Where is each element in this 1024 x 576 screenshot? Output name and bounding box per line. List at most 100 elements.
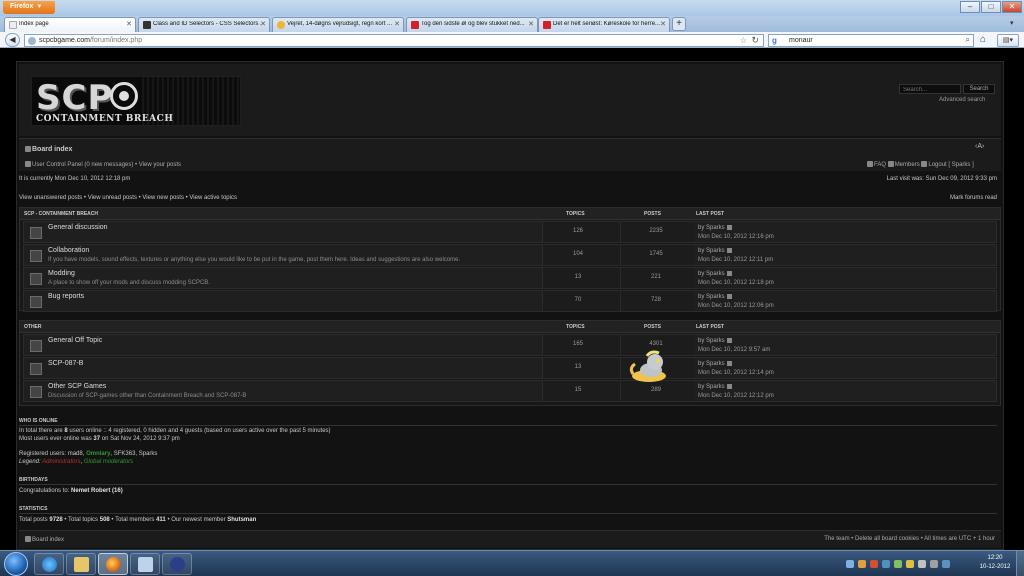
tray-icon[interactable] (857, 560, 866, 568)
minimize-button[interactable]: – (960, 1, 980, 13)
home-icon[interactable]: ⌂ (980, 34, 986, 45)
forum-description: Discussion of SCP-games other than Conta… (48, 393, 247, 399)
tray-icon[interactable] (869, 560, 878, 568)
registered-rest[interactable]: , SFK363, Sparks (110, 451, 157, 457)
tray-icon[interactable] (893, 560, 902, 568)
last-post-author[interactable]: by Sparks (698, 271, 725, 277)
tab-news-2[interactable]: Det er helt seriøst: Køreskole for herre… (538, 17, 670, 32)
forum-title-link[interactable]: SCP-087-B (48, 360, 83, 367)
view-latest-post-icon[interactable] (726, 384, 732, 389)
bookmark-star-icon[interactable]: ☆ (740, 36, 747, 45)
forum-title-link[interactable]: Other SCP Games (48, 383, 106, 390)
tab-weather[interactable]: Vejret, 14-døgns vejrudsigt, regn kort .… (272, 17, 404, 32)
user-link-omniary[interactable]: Omniary (86, 451, 110, 457)
close-tab-icon[interactable]: ✕ (660, 20, 666, 28)
taskbar-paint[interactable] (130, 553, 160, 575)
tab-list-chevron-icon[interactable]: ▾ (1010, 19, 1014, 27)
tray-icon[interactable] (905, 560, 914, 568)
view-latest-post-icon[interactable] (726, 361, 732, 366)
col-topics: TOPICS (566, 324, 585, 330)
forum-title-link[interactable]: General discussion (48, 224, 108, 231)
show-desktop-button[interactable] (1016, 551, 1024, 576)
reload-icon[interactable]: ↻ (751, 35, 759, 46)
volume-icon[interactable] (929, 560, 938, 568)
category-name-link[interactable]: OTHER (24, 324, 42, 330)
last-post-author[interactable]: by Sparks (698, 225, 725, 231)
google-icon[interactable]: g (772, 36, 777, 45)
board-index-link-bottom[interactable]: Board index (25, 536, 64, 543)
last-post-author[interactable]: by Sparks (698, 338, 725, 344)
faq-link[interactable]: FAQ (874, 162, 886, 168)
site-header: SCP CONTAINMENT BREACH Search Advanced s… (19, 64, 1001, 136)
members-link[interactable]: Members (895, 162, 920, 168)
folder-icon (74, 557, 89, 572)
maximize-button[interactable]: □ (981, 1, 1001, 13)
mark-forums-read-link[interactable]: Mark forums read (950, 195, 997, 201)
clock[interactable]: 12:20 10-12-2012 (976, 554, 1014, 572)
view-latest-post-icon[interactable] (726, 294, 732, 299)
legend-admins-link[interactable]: Administrators (42, 459, 80, 465)
close-tab-icon[interactable]: ✕ (126, 20, 132, 28)
last-post-author[interactable]: by Sparks (698, 294, 725, 300)
user-control-panel-link[interactable]: User Control Panel (0 new messages) • Vi… (25, 161, 181, 168)
url-path: /forum/index.php (89, 37, 143, 44)
view-latest-post-icon[interactable] (726, 248, 732, 253)
newest-member-link[interactable]: Shutsman (227, 517, 256, 523)
search-icon[interactable]: ⌕ (966, 35, 970, 45)
new-tab-button[interactable]: + (672, 17, 686, 31)
view-latest-post-icon[interactable] (726, 271, 732, 276)
url-bar[interactable]: scpcbgame.com/forum/index.php ☆ ↻ (24, 34, 764, 47)
last-post-author[interactable]: by Sparks (698, 384, 725, 390)
close-tab-icon[interactable]: ✕ (260, 20, 266, 28)
taskbar-explorer[interactable] (66, 553, 96, 575)
forum-row: Collaboration If you have models, sound … (23, 244, 997, 266)
scp-logo[interactable]: SCP CONTAINMENT BREACH (31, 76, 241, 126)
tab-index-page[interactable]: Index page ✕ (4, 17, 136, 32)
forum-title-link[interactable]: Collaboration (48, 247, 89, 254)
last-post-author[interactable]: by Sparks (698, 248, 725, 254)
back-button[interactable]: ◀ (5, 33, 20, 47)
search-bar[interactable]: g monaur ⌕ (768, 34, 974, 47)
topics-count: 126 (572, 228, 583, 234)
bookmarks-button[interactable]: ▤▾ (997, 34, 1019, 47)
topics-count: 70 (574, 297, 582, 303)
forum-title-link[interactable]: Modding (48, 270, 75, 277)
start-button[interactable] (4, 552, 28, 576)
advanced-search-link[interactable]: Advanced search (939, 97, 985, 103)
tab-label: Vejret, 14-døgns vejrudsigt, regn kort .… (287, 21, 393, 27)
close-tab-icon[interactable]: ✕ (528, 20, 534, 28)
network-icon[interactable] (917, 560, 926, 568)
font-size-toggle[interactable]: ‹A› (975, 143, 984, 150)
user-link-mad8[interactable]: mad8 (68, 451, 83, 457)
view-latest-post-icon[interactable] (726, 225, 732, 230)
firefox-menu-button[interactable]: Firefox ▼ (3, 1, 55, 14)
taskbar-ie[interactable] (34, 553, 64, 575)
flag-icon[interactable] (941, 560, 950, 568)
close-window-button[interactable]: ✕ (1002, 1, 1022, 13)
taskbar-app[interactable] (162, 553, 192, 575)
forum-title-link[interactable]: Bug reports (48, 293, 84, 300)
legend-gmods-link[interactable]: Global moderators (84, 459, 133, 465)
birthday-user-link[interactable]: Nemet Robert (16) (71, 488, 123, 494)
view-latest-post-icon[interactable] (726, 338, 732, 343)
tab-news-1[interactable]: Tog den sidste øl og blev stukket ned...… (406, 17, 538, 32)
footer-links[interactable]: The team • Delete all board cookies • Al… (824, 536, 995, 542)
page-icon (9, 21, 17, 29)
system-tray (846, 555, 974, 573)
tray-icon[interactable] (881, 560, 890, 568)
tray-icon[interactable] (846, 560, 854, 568)
last-post-author[interactable]: by Sparks (698, 361, 725, 367)
close-tab-icon[interactable]: ✕ (394, 20, 400, 28)
board-index-link[interactable]: Board index (25, 146, 72, 153)
forum-read-icon (30, 227, 42, 239)
registered-label: Registered users: (19, 451, 68, 457)
quick-links[interactable]: View unanswered posts • View unread post… (19, 195, 237, 201)
tab-css-selectors[interactable]: Class and ID Selectors - CSS Selectors .… (138, 17, 270, 32)
online-text-b: users online :: 4 registered, 0 hidden a… (67, 428, 331, 434)
forum-search-input[interactable] (899, 84, 961, 94)
forum-search-button[interactable]: Search (963, 84, 995, 94)
forum-title-link[interactable]: General Off Topic (48, 337, 102, 344)
taskbar-firefox[interactable] (98, 553, 128, 575)
logout-link[interactable]: Logout [ Sparks ] (928, 162, 973, 168)
category-name-link[interactable]: SCP - CONTAINMENT BREACH (24, 211, 98, 217)
